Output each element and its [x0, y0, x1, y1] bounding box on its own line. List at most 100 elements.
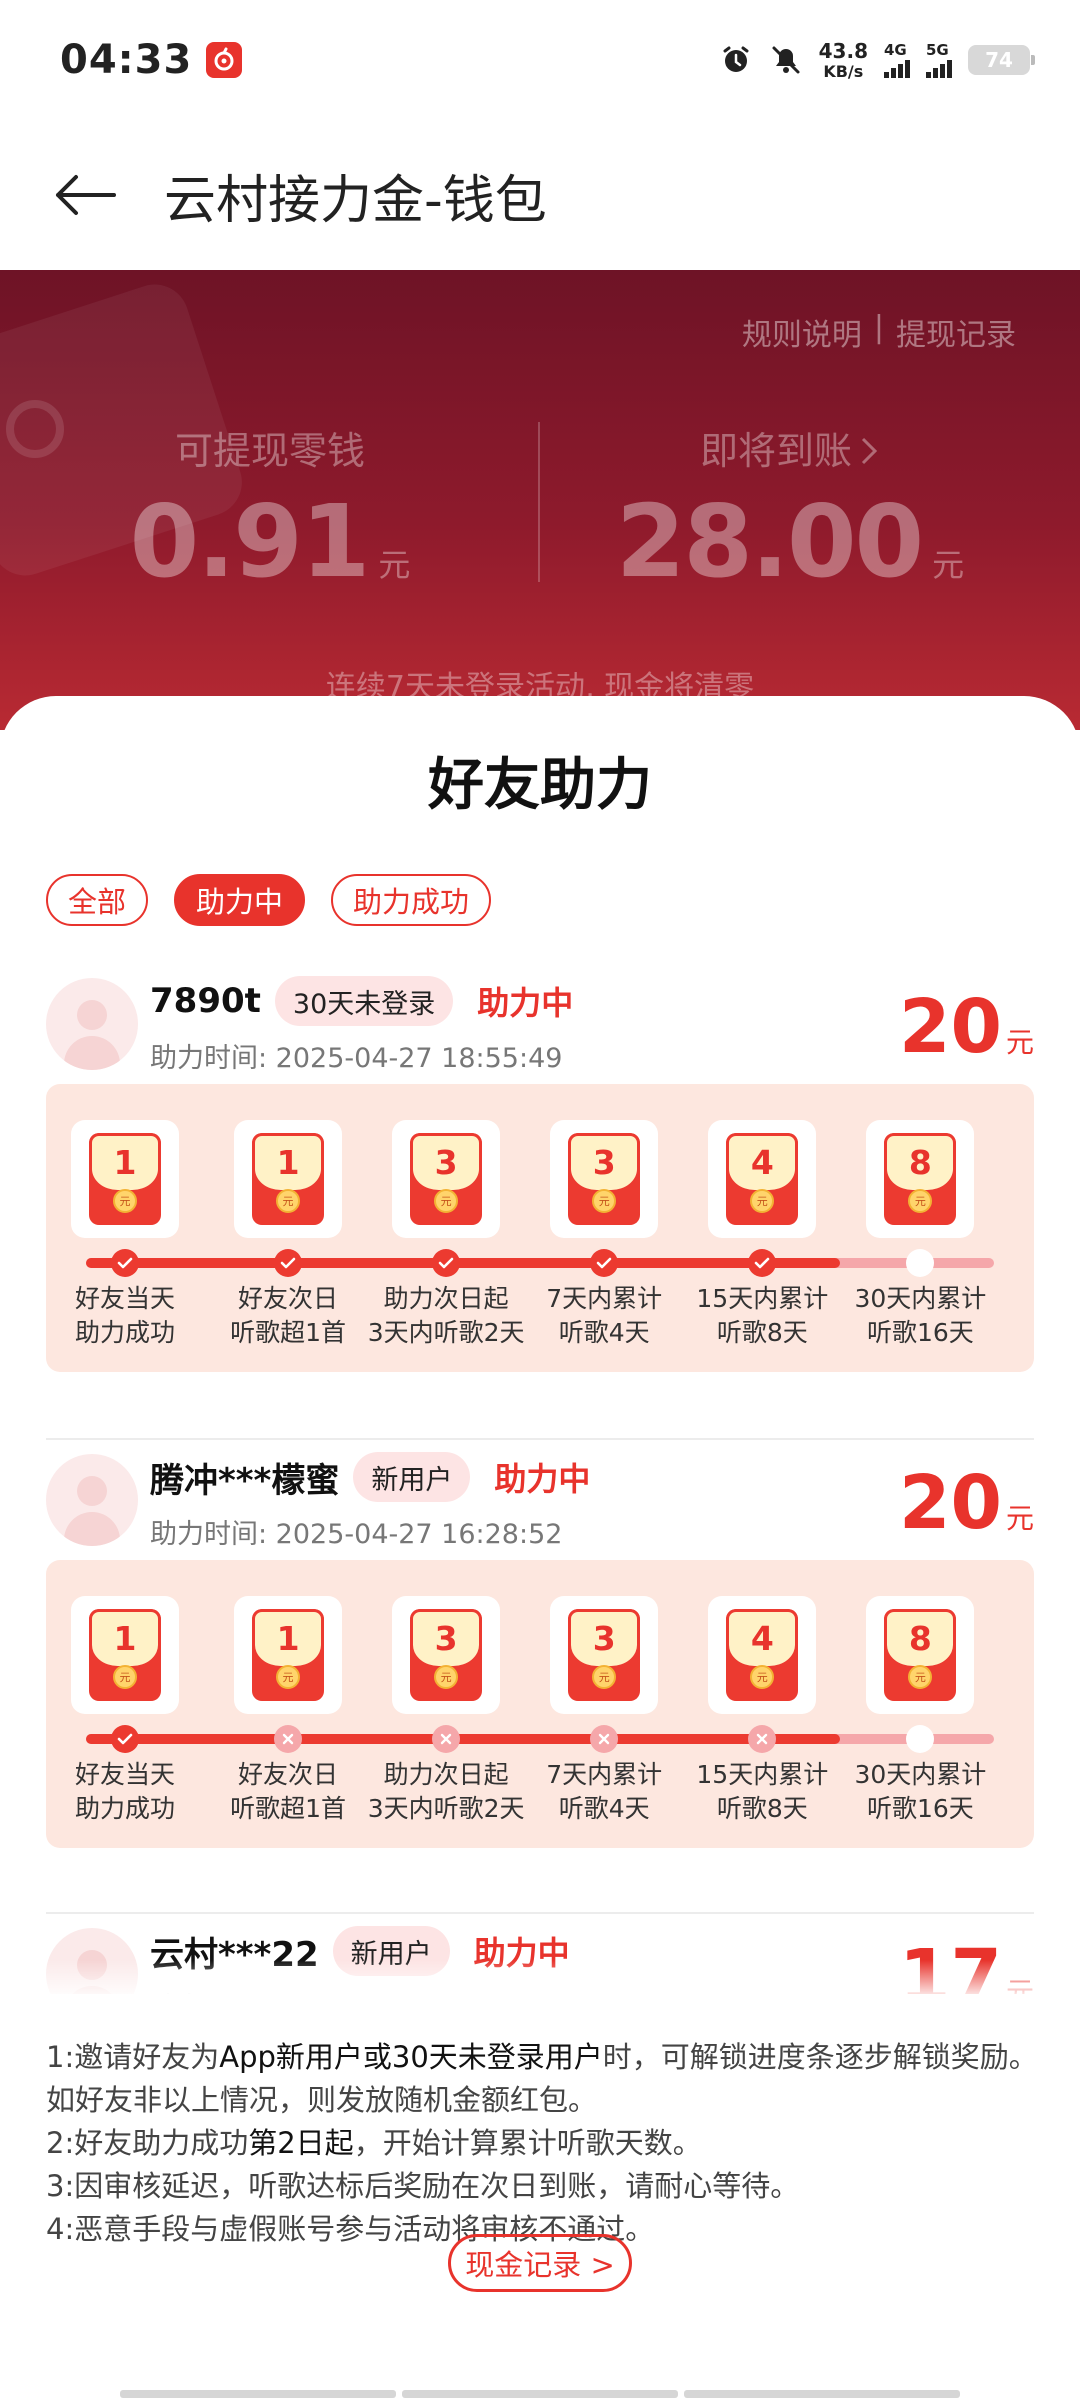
friend-help-sheet: 好友助力 全部 助力中 助力成功 7890t 30天未登录 助力中 助力时间: 202…: [0, 696, 1080, 2400]
yuan-coin-icon: 元: [113, 1665, 138, 1689]
balance-unit: 元: [378, 546, 411, 584]
reward-value: 8: [908, 1143, 932, 1182]
red-envelope-reward: 3元: [550, 1120, 659, 1238]
signal-bars-icon: [926, 59, 952, 78]
check-icon: [432, 1249, 461, 1277]
progress-box: 1 元 1 元 3 元 3 元 4 元 8 元好友当天 助力成功 好友次日 听歌超1首 助力次日起 3天内听歌2…: [46, 1560, 1034, 1848]
step-label: 15天内累计 听歌8天: [696, 1284, 829, 1347]
reward-value: 3: [592, 1619, 616, 1658]
check-icon: [590, 1249, 619, 1277]
sim2-signal: 5G: [926, 40, 952, 78]
reward-value: 3: [434, 1143, 458, 1182]
step-label: 助力次日起 3天内听歌2天: [367, 1760, 525, 1823]
red-envelope-icon: 4元: [726, 1609, 799, 1701]
list-fade: [0, 1960, 1080, 2000]
red-envelope-reward: 3元: [392, 1596, 501, 1714]
withdraw-records-link[interactable]: 提现记录: [896, 310, 1016, 354]
red-envelope-icon: 4元: [726, 1133, 799, 1225]
red-envelope-icon: 3元: [568, 1609, 641, 1701]
amount-value: 20: [899, 984, 1002, 1070]
tab-all[interactable]: 全部: [46, 874, 149, 926]
yuan-coin-icon: 元: [113, 1189, 138, 1213]
chevron-right-icon: [861, 437, 878, 465]
step-label: 30天内累计 听歌16天: [854, 1760, 987, 1823]
tab-success[interactable]: 助力成功: [331, 874, 492, 926]
rule-line: 如好友非以上情况，则发放随机金额红包。: [46, 2083, 598, 2117]
status-time: 04:33: [60, 37, 193, 83]
net-speed-unit: KB/s: [823, 61, 864, 81]
reward-value: 4: [750, 1619, 774, 1658]
cash-record-button[interactable]: 现金记录 >: [448, 2234, 632, 2292]
yuan-coin-icon: 元: [434, 1189, 459, 1213]
yuan-coin-icon: 元: [750, 1665, 775, 1689]
tab-in-progress[interactable]: 助力中: [174, 874, 306, 926]
pending-label: 即将到账: [560, 420, 1020, 475]
cross-icon: [590, 1725, 619, 1753]
yuan-coin-icon: 元: [750, 1189, 775, 1213]
step-label: 助力次日起 3天内听歌2天: [367, 1284, 525, 1347]
reward-value: 1: [276, 1143, 300, 1182]
rule-line: 3:因审核延迟，听歌达标后奖励在次日到账，请耐心等待。: [46, 2169, 800, 2203]
banner-decoration: [6, 400, 64, 458]
step-label: 30天内累计 听歌16天: [854, 1284, 987, 1347]
wallet-banner: 规则说明 | 提现记录 可提现零钱 0.91 元 即将到账 28.00 元 连续…: [0, 270, 1080, 730]
sim1-signal: 4G: [884, 42, 910, 78]
progress-track: [86, 1734, 994, 1744]
red-envelope-icon: 1元: [89, 1609, 162, 1701]
red-envelope-icon: 8元: [884, 1609, 957, 1701]
check-icon: [274, 1249, 303, 1277]
reward-amount: 20 元: [899, 1460, 1034, 1546]
back-arrow-icon: [56, 175, 116, 215]
progress-track: [86, 1258, 994, 1268]
reward-value: 3: [434, 1619, 458, 1658]
step-label: 15天内累计 听歌8天: [696, 1760, 829, 1823]
yuan-coin-icon: 元: [592, 1665, 617, 1689]
rule-line: 2:好友助力成功第2日起，开始计算累计听歌天数。: [46, 2126, 702, 2160]
red-envelope-reward: 3元: [392, 1120, 501, 1238]
sim2-label: 5G: [926, 40, 949, 59]
reward-amount: 20 元: [899, 984, 1034, 1070]
red-envelope-icon: 1元: [89, 1133, 162, 1225]
back-button[interactable]: [40, 150, 130, 240]
friend-list[interactable]: 7890t 30天未登录 助力中 助力时间: 2025-04-27 18:55:49 2…: [0, 964, 1080, 1994]
red-envelope-icon: 3元: [410, 1133, 483, 1225]
red-envelope-reward: 1元: [71, 1596, 180, 1714]
yuan-coin-icon: 元: [908, 1665, 933, 1689]
friend-tag: 新用户: [353, 1452, 471, 1502]
link-separator: |: [873, 310, 884, 345]
friend-status: 助力中: [494, 1460, 591, 1498]
yuan-coin-icon: 元: [276, 1665, 301, 1689]
red-envelope-reward: 1元: [71, 1120, 180, 1238]
amount-unit: 元: [1005, 1026, 1034, 1059]
section-title: 好友助力: [428, 753, 652, 818]
pending-value: 28.00: [615, 483, 924, 600]
friend-tag: 30天未登录: [274, 976, 454, 1026]
step-pending-dot: [906, 1725, 935, 1753]
reward-value: 4: [750, 1143, 774, 1182]
yuan-coin-icon: 元: [434, 1665, 459, 1689]
withdrawable-balance: 可提现零钱 0.91 元: [60, 420, 480, 600]
status-bar: 04:33 43.8 KB/s 4G 5G 74: [0, 0, 1080, 120]
red-envelope-reward: 4元: [708, 1596, 817, 1714]
step-label: 好友次日 听歌超1首: [230, 1760, 346, 1823]
friend-name: 腾冲***檬蜜: [150, 1460, 340, 1501]
step-label: 好友次日 听歌超1首: [230, 1284, 346, 1347]
battery-icon: 74: [968, 45, 1035, 75]
reward-value: 1: [113, 1619, 137, 1658]
nav-bar: [120, 2390, 960, 2398]
alarm-icon: [719, 43, 753, 77]
rules-link[interactable]: 规则说明: [742, 310, 862, 354]
balance-value: 0.91: [129, 483, 371, 600]
red-envelope-icon: 3元: [568, 1133, 641, 1225]
red-envelope-icon: 3元: [410, 1609, 483, 1701]
cross-icon: [748, 1725, 777, 1753]
pending-amount[interactable]: 即将到账 28.00 元: [560, 420, 1020, 600]
avatar: [46, 1454, 138, 1546]
step-pending-dot: [906, 1249, 935, 1277]
friend-name: 7890t: [150, 981, 261, 1021]
reward-value: 8: [908, 1619, 932, 1658]
avatar: [46, 978, 138, 1070]
signal-bars-icon: [884, 59, 910, 78]
yuan-coin-icon: 元: [276, 1189, 301, 1213]
check-icon: [111, 1249, 140, 1277]
